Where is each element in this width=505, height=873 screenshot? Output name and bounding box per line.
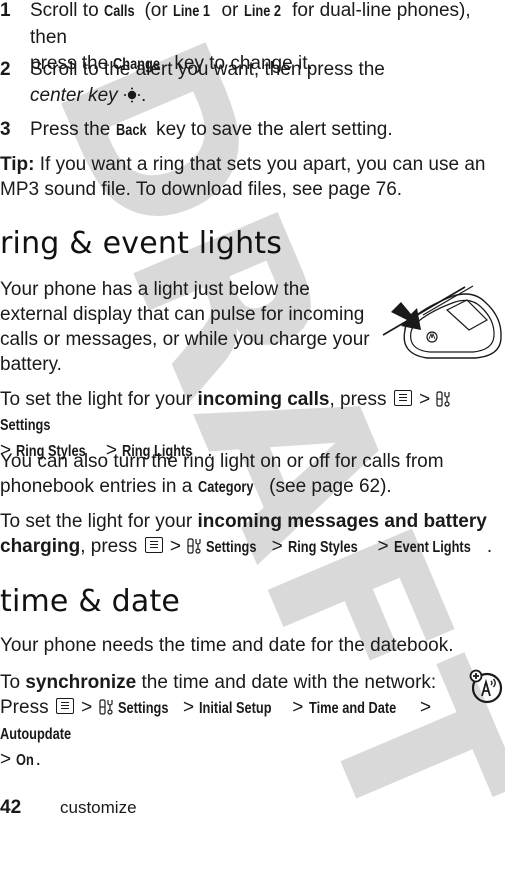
tip-paragraph: Tip: If you want a ring that sets you ap…: [0, 152, 500, 202]
text: calls or messages, or while you charge y…: [0, 329, 370, 350]
text: (or: [139, 0, 173, 21]
section-heading-ring-event-lights: ring & event lights: [0, 226, 283, 261]
phone-light-illustration: [382, 285, 502, 359]
key-line-2: Line 2: [243, 3, 281, 20]
menu-settings: Settings: [117, 700, 169, 717]
menu-time-and-date: Time and Date: [308, 700, 396, 717]
separator: >: [169, 536, 181, 557]
menu-ring-styles: Ring Styles: [288, 539, 358, 556]
text: phonebook entries in a: [0, 476, 198, 497]
center-key-icon: [123, 87, 140, 103]
key-calls: Calls: [103, 3, 135, 20]
separator: >: [292, 697, 304, 718]
text: Scroll to: [30, 0, 104, 21]
text-bold: incoming messages and battery: [197, 511, 487, 532]
text: .: [486, 536, 493, 557]
text: Your phone has a light just below the: [0, 279, 310, 300]
settings-icon: [436, 391, 451, 407]
menu-key-icon: [55, 698, 74, 714]
settings-icon: [98, 699, 113, 715]
text: .: [140, 85, 147, 106]
key-back: Back: [115, 122, 147, 139]
settings-icon: [187, 538, 201, 554]
menu-key-icon: [144, 537, 163, 553]
key-line-1: Line 1: [172, 3, 210, 20]
text: Scroll to the alert you want, then press…: [30, 59, 385, 80]
separator: >: [182, 697, 195, 718]
synchronize-instruction: To synchronize the time and date with th…: [0, 670, 470, 773]
network-feature-icon: [469, 669, 503, 704]
text-bold: synchronize: [25, 672, 137, 693]
text: , press: [329, 389, 392, 410]
text: Press the: [30, 119, 116, 140]
text: MP3 sound file. To download files, see p…: [0, 179, 403, 200]
messages-instruction: To set the light for your incoming messa…: [0, 509, 500, 560]
menu-settings: Settings: [0, 417, 51, 434]
text: If you want a ring that sets you apart, …: [34, 154, 486, 175]
page-number: 42: [0, 797, 22, 818]
text: (see page 62).: [263, 476, 392, 497]
text: .: [35, 749, 41, 770]
text: To set the light for your: [0, 511, 198, 532]
text: or: [216, 0, 244, 21]
step-text: Scroll to the alert you want, then press…: [30, 57, 500, 109]
separator: >: [271, 536, 283, 557]
menu-initial-setup: Initial Setup: [199, 700, 272, 717]
text: , press: [80, 536, 143, 557]
ring-lights-intro: Your phone has a light just below the ex…: [0, 277, 370, 377]
text: external display that can pulse for inco…: [0, 304, 365, 325]
text-bold: incoming calls: [197, 389, 330, 410]
text: To: [0, 672, 26, 693]
menu-autoupdate: Autoupdate: [0, 726, 72, 743]
time-date-intro: Your phone needs the time and date for t…: [0, 635, 454, 656]
menu-key-icon: [393, 390, 412, 406]
center-key-label: center key: [30, 85, 118, 106]
section-heading-time-date: time & date: [0, 584, 181, 619]
menu-event-lights: Event Lights: [393, 539, 471, 556]
text: Press: [0, 697, 54, 718]
menu-settings: Settings: [206, 539, 257, 556]
category-paragraph: You can also turn the ring light on or o…: [0, 449, 500, 500]
separator: >: [420, 697, 432, 718]
section-footer-label: customize: [60, 798, 137, 817]
manual-page: 1 Scroll to Calls (or Line 1 or Line 2 f…: [0, 0, 505, 818]
step-number: 2: [0, 59, 11, 80]
step-text: Press the Back key to save the alert set…: [30, 117, 500, 144]
text: battery.: [0, 354, 62, 375]
text: key to save the alert setting.: [150, 119, 393, 140]
menu-category: Category: [197, 479, 254, 496]
separator: >: [81, 697, 93, 718]
text: To set the light for your: [0, 389, 198, 410]
text-bold: charging: [0, 536, 81, 557]
separator: >: [377, 536, 389, 557]
separator: >: [0, 749, 12, 770]
step-number: 1: [0, 0, 11, 21]
menu-on: On: [16, 752, 35, 769]
tip-label: Tip:: [0, 154, 35, 175]
text: You can also turn the ring light on or o…: [0, 451, 444, 472]
step-number: 3: [0, 119, 11, 140]
separator: >: [419, 389, 431, 410]
text: the time and date with the network:: [136, 672, 437, 693]
